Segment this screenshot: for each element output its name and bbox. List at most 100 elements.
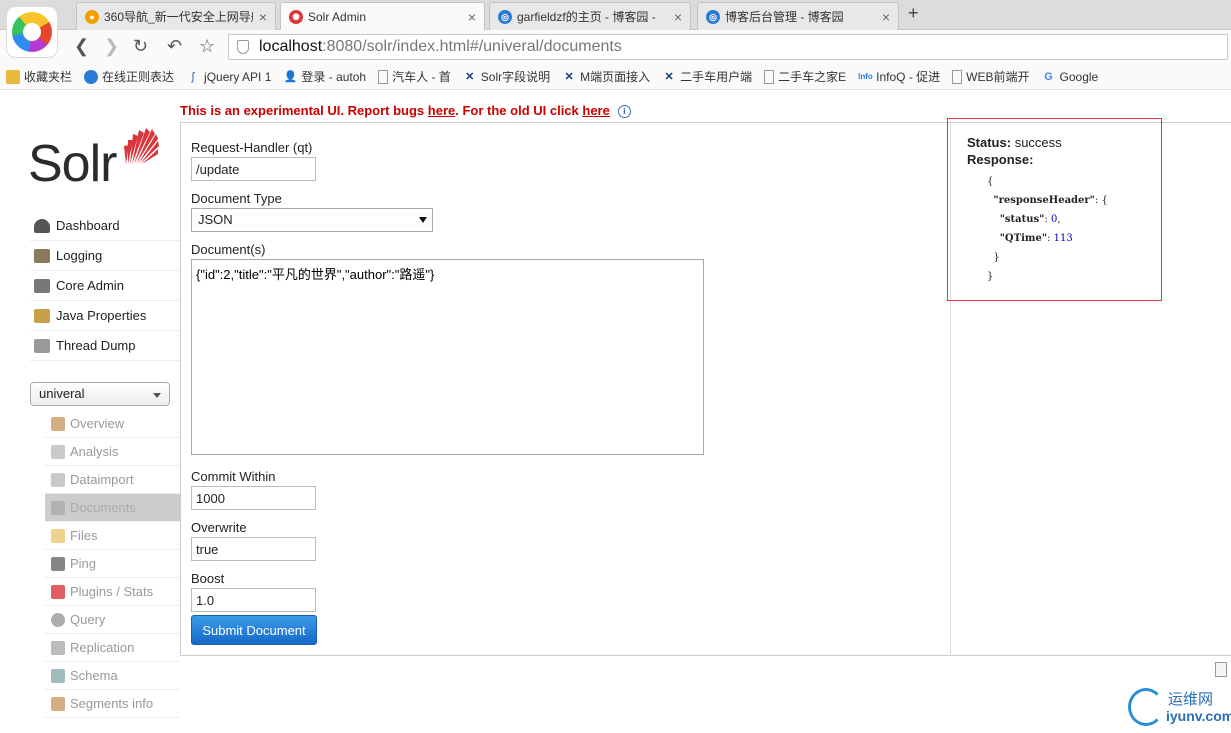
bookmark-login[interactable]: 👤 登录 - autoh — [283, 68, 367, 85]
query-icon — [51, 612, 65, 627]
info-icon[interactable]: i — [617, 105, 631, 119]
bookmark-jquery[interactable]: ʃ jQuery API 1 — [186, 70, 272, 84]
menu-item-core-admin[interactable]: Core Admin — [30, 271, 180, 301]
url-path: :8080/solr/index.html#/univeral/document… — [322, 38, 622, 55]
close-icon[interactable]: × — [259, 9, 267, 25]
plus-icon[interactable]: + — [908, 3, 919, 24]
tab-garfieldzf[interactable]: ◎ garfieldzf的主页 - 博客园 - × — [489, 2, 691, 30]
google-icon: G — [1044, 70, 1053, 83]
core-admin-icon — [34, 278, 50, 293]
document-type-select[interactable]: JSON — [191, 208, 433, 232]
status-value: success — [1014, 135, 1062, 150]
core-menu-schema[interactable]: Schema — [45, 662, 180, 690]
bookmark-infoq[interactable]: Info InfoQ - 促进 — [858, 68, 940, 85]
commit-within-input[interactable] — [191, 486, 316, 510]
star-icon[interactable]: ☆ — [199, 36, 215, 57]
forward-icon[interactable]: ❯ — [104, 36, 119, 57]
watermark-logo-icon — [1128, 688, 1164, 726]
documents-textarea[interactable]: {"id":2,"title":"平凡的世界","author":"路遥"} — [191, 259, 704, 455]
main-menu: Dashboard Logging Core Admin Java Proper… — [30, 211, 180, 361]
bookmark-solr-fields[interactable]: ✕ Solr字段说明 — [463, 68, 550, 85]
dataimport-icon — [51, 472, 65, 487]
user-icon: 👤 — [283, 70, 298, 83]
core-menu: Overview Analysis Dataimport Documents F… — [45, 410, 180, 718]
solr-sun-icon — [124, 128, 159, 164]
browser-logo-icon[interactable] — [6, 6, 58, 58]
boost-input[interactable] — [191, 588, 316, 612]
bookmark-m-page[interactable]: ✕ M端页面接入 — [562, 68, 651, 85]
cnblogs-favicon-icon: ◎ — [706, 9, 720, 24]
bookmark-used-car-home[interactable]: 二手车之家E — [764, 68, 846, 85]
site-watermark: 运维网 iyunv.com — [1126, 684, 1231, 729]
core-menu-analysis[interactable]: Analysis — [45, 438, 180, 466]
tools-icon: ✕ — [465, 70, 475, 83]
bookmarks-bar: 收藏夹栏 在线正则表达 ʃ jQuery API 1 👤 登录 - autoh 汽车… — [0, 64, 1231, 90]
infoq-icon: Info — [858, 71, 873, 81]
menu-item-thread-dump[interactable]: Thread Dump — [30, 331, 180, 361]
experimental-banner: This is an experimental UI. Report bugs … — [180, 103, 631, 119]
tools-icon: ✕ — [664, 70, 674, 83]
report-bugs-link[interactable]: here — [428, 103, 455, 118]
bookmark-regex[interactable]: 在线正则表达 — [84, 68, 174, 85]
core-menu-replication[interactable]: Replication — [45, 634, 180, 662]
solr-logo[interactable]: Solr — [28, 120, 163, 193]
schema-icon — [51, 668, 65, 683]
core-menu-dataimport[interactable]: Dataimport — [45, 466, 180, 494]
boost-label: Boost — [191, 571, 225, 586]
tab-blog-admin[interactable]: ◎ 博客后台管理 - 博客园 × — [697, 2, 899, 30]
bookmark-google[interactable]: G Google — [1042, 70, 1098, 84]
address-bar[interactable]: localhost:8080/solr/index.html#/univeral… — [228, 34, 1228, 60]
menu-item-dashboard[interactable]: Dashboard — [30, 211, 180, 241]
reload-icon[interactable]: ↻ — [133, 36, 148, 57]
core-menu-plugins-stats[interactable]: Plugins / Stats — [45, 578, 180, 606]
shield-icon — [237, 40, 249, 54]
core-selector[interactable]: univeral — [30, 382, 170, 406]
documents-icon — [51, 500, 65, 515]
globe-icon — [84, 69, 99, 84]
logging-icon — [34, 248, 50, 263]
undo-icon[interactable]: ↶ — [167, 36, 182, 57]
tab-favicon-icon: ● — [85, 9, 99, 24]
core-menu-query[interactable]: Query — [45, 606, 180, 634]
response-json: { "responseHeader": { "status": 0, "QTim… — [987, 176, 1108, 282]
overwrite-input[interactable] — [191, 537, 316, 561]
java-icon — [34, 308, 50, 323]
url-host: localhost — [259, 38, 323, 55]
close-icon[interactable]: × — [882, 9, 890, 25]
solr-favicon-icon: ✺ — [289, 10, 303, 24]
page-icon[interactable] — [1215, 662, 1227, 677]
bookmark-web-frontend[interactable]: WEB前端开 — [952, 68, 1030, 85]
files-icon — [51, 528, 65, 543]
bookmark-used-car-user[interactable]: ✕ 二手车用户端 — [662, 68, 753, 85]
page-icon — [952, 69, 963, 84]
core-menu-segments-info[interactable]: Segments info — [45, 690, 180, 718]
menu-item-logging[interactable]: Logging — [30, 241, 180, 271]
browser-tab-bar: ● 360导航_新一代安全上网导航 × ✺ Solr Admin × ◎ gar… — [0, 0, 1231, 31]
chevron-down-icon — [153, 393, 161, 398]
page-icon — [764, 69, 775, 84]
request-handler-input[interactable] — [191, 157, 316, 181]
jquery-icon: ʃ — [191, 70, 195, 83]
core-menu-documents[interactable]: Documents — [45, 494, 180, 522]
analysis-icon — [51, 444, 65, 459]
bookmark-favorites[interactable]: 收藏夹栏 — [6, 68, 72, 85]
documents-label: Document(s) — [191, 242, 266, 257]
tab-360-nav[interactable]: ● 360导航_新一代安全上网导航 × — [76, 2, 276, 30]
core-menu-ping[interactable]: Ping — [45, 550, 180, 578]
submit-document-button[interactable]: Submit Document — [191, 615, 317, 645]
document-type-label: Document Type — [191, 191, 282, 206]
close-icon[interactable]: × — [468, 9, 476, 25]
dashboard-icon — [34, 218, 50, 233]
bookmark-autohome[interactable]: 汽车人 - 首 — [378, 68, 451, 85]
segments-icon — [51, 696, 65, 711]
core-menu-files[interactable]: Files — [45, 522, 180, 550]
tab-solr-admin[interactable]: ✺ Solr Admin × — [280, 2, 485, 31]
overwrite-label: Overwrite — [191, 520, 247, 535]
close-icon[interactable]: × — [674, 9, 682, 25]
back-icon[interactable]: ❮ — [74, 36, 89, 57]
core-menu-overview[interactable]: Overview — [45, 410, 180, 438]
old-ui-link[interactable]: here — [582, 103, 609, 118]
cnblogs-favicon-icon: ◎ — [498, 9, 512, 24]
chevron-down-icon — [419, 217, 427, 223]
menu-item-java-properties[interactable]: Java Properties — [30, 301, 180, 331]
